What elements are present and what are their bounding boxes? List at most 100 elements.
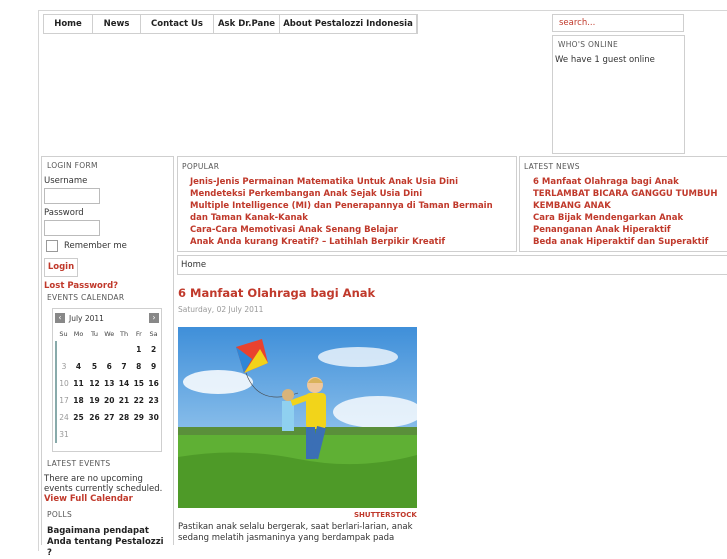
calendar-day[interactable]: 29	[131, 409, 146, 426]
weekday-label: We	[104, 330, 115, 338]
latest-news-list: 6 Manfaat Olahraga bagi Anak TERLAMBAT B…	[520, 171, 723, 248]
calendar-day[interactable]: 22	[131, 392, 146, 409]
prev-month-icon[interactable]: ‹	[55, 313, 65, 323]
whos-online-title: WHO'S ONLINE	[558, 40, 619, 49]
calendar-day[interactable]: 14	[117, 375, 132, 392]
calendar-day	[117, 426, 132, 443]
next-month-icon[interactable]: ›	[149, 313, 159, 323]
calendar-day[interactable]: 10	[55, 375, 71, 392]
calendar-day[interactable]	[87, 341, 102, 358]
news-item[interactable]: Beda anak Hiperaktif dan Superaktif	[533, 236, 723, 248]
search-input[interactable]: search...	[552, 14, 684, 32]
calendar-day[interactable]	[55, 341, 71, 358]
nav-news[interactable]: News	[93, 15, 141, 33]
calendar-day[interactable]	[117, 341, 132, 358]
calendar-day[interactable]: 23	[146, 392, 161, 409]
calendar-day[interactable]: 9	[146, 358, 161, 375]
nav-ask-dr-pane[interactable]: Ask Dr.Pane	[214, 15, 280, 33]
calendar-day[interactable]	[102, 341, 117, 358]
username-label: Username	[44, 176, 88, 186]
login-form-title: LOGIN FORM	[47, 161, 98, 170]
login-form: Username Password Remember me Login Lost…	[44, 176, 127, 291]
calendar-day[interactable]	[71, 341, 87, 358]
popular-item[interactable]: Cara-Cara Memotivasi Anak Senang Belajar	[190, 224, 508, 236]
calendar-day	[71, 426, 87, 443]
calendar-day[interactable]: 8	[131, 358, 146, 375]
calendar-day[interactable]: 4	[71, 358, 87, 375]
popular-item[interactable]: Mendeteksi Perkembangan Anak Sejak Usia …	[190, 188, 508, 200]
news-item[interactable]: Cara Bijak Mendengarkan Anak	[533, 212, 723, 224]
calendar-day[interactable]: 5	[87, 358, 102, 375]
breadcrumb: Home	[177, 255, 727, 275]
calendar-day[interactable]: 17	[55, 392, 71, 409]
calendar-day[interactable]: 3	[55, 358, 71, 375]
weekday-label: Mo	[73, 330, 84, 338]
weekday-label: Su	[59, 330, 68, 338]
lost-password-link[interactable]: Lost Password?	[44, 281, 127, 291]
kite-photo	[178, 327, 417, 508]
calendar-day[interactable]: 7	[117, 358, 132, 375]
events-calendar: ‹ July 2011 › Su Mo Tu We Th Fr Sa 1 2 3…	[52, 308, 162, 452]
calendar-day[interactable]: 30	[146, 409, 161, 426]
calendar-day[interactable]: 24	[55, 409, 71, 426]
calendar-day[interactable]: 2	[146, 341, 161, 358]
news-item[interactable]: 6 Manfaat Olahraga bagi Anak	[533, 176, 723, 188]
whos-online-text: We have 1 guest online	[555, 55, 655, 65]
calendar-day[interactable]: 11	[71, 375, 87, 392]
calendar-header: ‹ July 2011 ›	[55, 311, 159, 325]
calendar-day[interactable]: 20	[102, 392, 117, 409]
calendar-day[interactable]: 28	[117, 409, 132, 426]
popular-item[interactable]: Jenis-Jenis Permainan Matematika Untuk A…	[190, 176, 508, 188]
calendar-day[interactable]: 26	[87, 409, 102, 426]
article-date: Saturday, 02 July 2011	[178, 305, 264, 314]
calendar-month: July 2011	[69, 313, 104, 323]
popular-item[interactable]: Multiple Intelligence (MI) dan Penerapan…	[190, 200, 508, 224]
news-item[interactable]: TERLAMBAT BICARA GANGGU TUMBUH KEMBANG A…	[533, 188, 723, 212]
popular-title: POPULAR	[182, 162, 220, 171]
remember-label: Remember me	[64, 241, 127, 251]
latest-events-title: LATEST EVENTS	[47, 459, 111, 468]
remember-checkbox[interactable]	[46, 240, 58, 252]
popular-panel: POPULAR Jenis-Jenis Permainan Matematika…	[177, 156, 517, 252]
calendar-day[interactable]: 21	[117, 392, 132, 409]
calendar-day[interactable]: 18	[71, 392, 87, 409]
polls-title: POLLS	[47, 510, 73, 519]
calendar-day[interactable]: 31	[55, 426, 71, 443]
login-button[interactable]: Login	[44, 258, 78, 277]
nav-about[interactable]: About Pestalozzi Indonesia	[280, 15, 417, 33]
calendar-day	[146, 426, 161, 443]
password-field[interactable]	[44, 220, 100, 236]
calendar-day[interactable]: 25	[71, 409, 87, 426]
article-title[interactable]: 6 Manfaat Olahraga bagi Anak	[178, 286, 375, 300]
calendar-day	[102, 426, 117, 443]
calendar-grid: Su Mo Tu We Th Fr Sa 1 2 3 4 5 6 7 8 9 1…	[55, 327, 161, 443]
breadcrumb-home[interactable]: Home	[181, 260, 206, 270]
nav-contact-us[interactable]: Contact Us	[141, 15, 214, 33]
calendar-day[interactable]: 1	[131, 341, 146, 358]
view-full-calendar-link[interactable]: View Full Calendar	[44, 494, 133, 504]
calendar-day	[87, 426, 102, 443]
calendar-day	[131, 426, 146, 443]
popular-list: Jenis-Jenis Permainan Matematika Untuk A…	[178, 171, 508, 248]
nav-home[interactable]: Home	[44, 15, 93, 33]
latest-events-text: There are no upcoming events currently s…	[44, 474, 163, 494]
calendar-day[interactable]: 6	[102, 358, 117, 375]
calendar-day[interactable]: 13	[102, 375, 117, 392]
news-item[interactable]: Penanganan Anak Hiperaktif	[533, 224, 723, 236]
weekday-label: Fr	[135, 330, 142, 338]
calendar-day[interactable]: 15	[131, 375, 146, 392]
calendar-day[interactable]: 16	[146, 375, 161, 392]
weekday-label: Th	[119, 330, 129, 338]
poll-question: Bagaimana pendapat Anda tentang Pestaloz…	[47, 526, 164, 558]
top-nav: Home News Contact Us Ask Dr.Pane About P…	[43, 14, 418, 34]
article-body: Pastikan anak selalu bergerak, saat berl…	[178, 522, 413, 543]
article-image	[178, 327, 417, 508]
calendar-day[interactable]: 12	[87, 375, 102, 392]
calendar-day[interactable]: 27	[102, 409, 117, 426]
image-credit: SHUTTERSTOCK	[354, 511, 417, 519]
password-label: Password	[44, 208, 84, 218]
calendar-day[interactable]: 19	[87, 392, 102, 409]
username-field[interactable]	[44, 188, 100, 204]
weekday-label: Sa	[149, 330, 158, 338]
popular-item[interactable]: Anak Anda kurang Kreatif? – Latihlah Ber…	[190, 236, 508, 248]
